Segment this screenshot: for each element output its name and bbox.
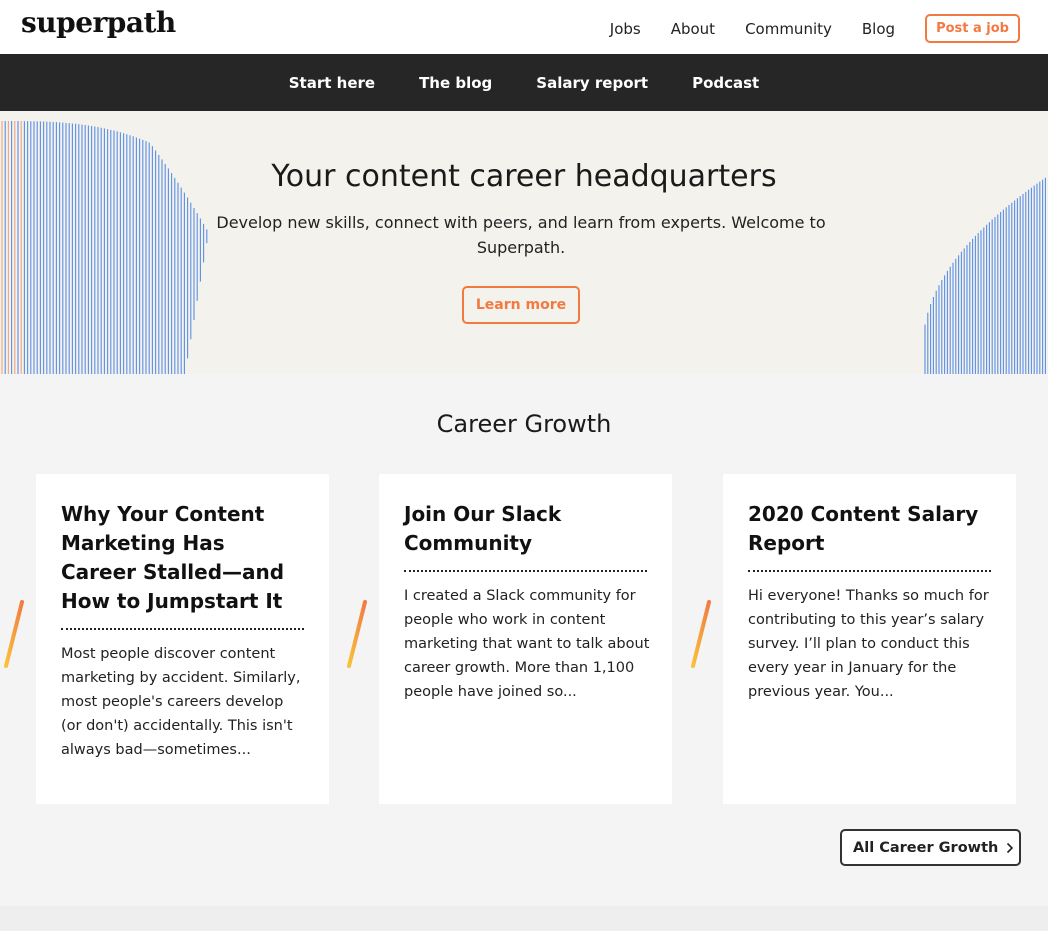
card-title[interactable]: Why Your Content Marketing Has Career St…: [61, 500, 304, 616]
post-job-button[interactable]: Post a job: [925, 14, 1020, 43]
card-excerpt: I created a Slack community for people w…: [404, 588, 650, 700]
slash-decoration: [347, 600, 367, 668]
hero-decoration-left: [1, 121, 208, 374]
card-title[interactable]: Join Our Slack Community: [404, 500, 647, 558]
subnav-podcast[interactable]: Podcast: [692, 74, 759, 92]
subnav-the-blog[interactable]: The blog: [419, 74, 492, 92]
all-career-growth-button[interactable]: All Career Growth: [840, 829, 1021, 866]
slash-decoration: [691, 600, 711, 668]
hero-subtitle: Develop new skills, connect with peers, …: [216, 213, 826, 257]
article-card[interactable]: Join Our Slack Community I created a Sla…: [379, 474, 672, 804]
section-title: Career Growth: [436, 410, 612, 438]
top-nav: Jobs About Community Blog Post a job: [610, 14, 1020, 43]
article-card[interactable]: 2020 Content Salary Report Hi everyone! …: [723, 474, 1016, 804]
slash-decoration: [4, 600, 24, 668]
hero-decoration-right: [924, 177, 1046, 374]
sub-nav: Start here The blog Salary report Podcas…: [0, 54, 1048, 111]
card-excerpt: Most people discover content marketing b…: [61, 646, 301, 758]
card-title[interactable]: 2020 Content Salary Report: [748, 500, 991, 558]
nav-blog[interactable]: Blog: [862, 20, 895, 38]
footer-strip: [0, 906, 1048, 931]
hero-title: Your content career headquarters: [271, 159, 777, 194]
subnav-salary-report[interactable]: Salary report: [536, 74, 648, 92]
hero: Your content career headquarters Develop…: [0, 111, 1048, 374]
nav-jobs[interactable]: Jobs: [610, 20, 641, 38]
nav-about[interactable]: About: [671, 20, 715, 38]
all-career-growth-label: All Career Growth: [853, 839, 999, 856]
card-excerpt: Hi everyone! Thanks so much for contribu…: [748, 588, 989, 700]
nav-community[interactable]: Community: [745, 20, 832, 38]
article-card[interactable]: Why Your Content Marketing Has Career St…: [36, 474, 329, 804]
card-divider: [404, 570, 647, 572]
logo[interactable]: superpath: [21, 6, 176, 39]
card-divider: [61, 628, 304, 630]
subnav-start-here[interactable]: Start here: [289, 74, 375, 92]
top-header: superpath Jobs About Community Blog Post…: [0, 0, 1048, 54]
learn-more-button[interactable]: Learn more: [462, 286, 580, 324]
card-divider: [748, 570, 991, 572]
chevron-right-icon: [1007, 842, 1014, 853]
